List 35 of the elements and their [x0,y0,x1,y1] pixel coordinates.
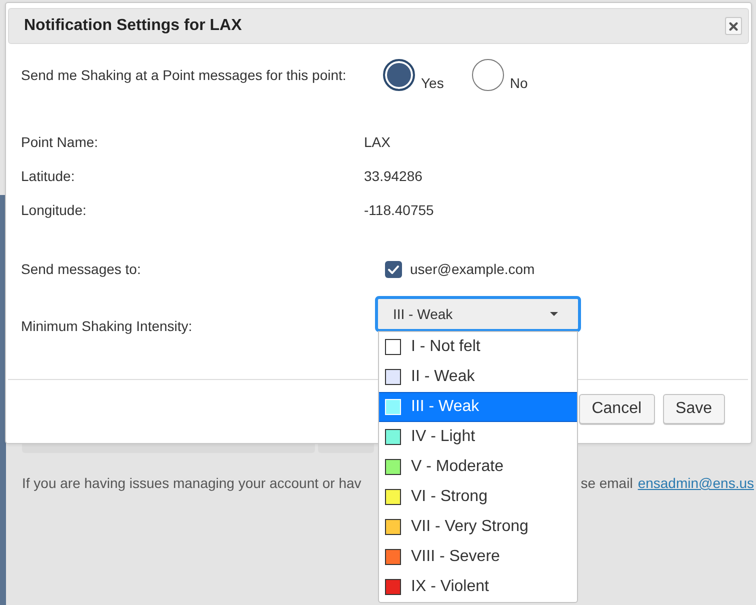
email-label: user@example.com [410,261,535,277]
dropdown-option[interactable]: VI - Strong [379,482,577,512]
email-link[interactable]: ensadmin@ens.us [638,474,754,492]
field-label: Longitude: [21,202,88,218]
dropdown-option[interactable]: VII - Very Strong [379,512,577,542]
dialog-button[interactable]: Cancel [578,394,655,424]
radio-label: No [510,75,528,91]
field-label: Point Name: [21,134,100,150]
field-value: LAX [364,134,392,150]
dropdown-option[interactable]: III - Weak [379,392,577,422]
close-icon [729,22,738,30]
caret-icon [550,312,558,316]
dropdown-option[interactable]: V - Moderate [379,452,577,482]
dropdown-option[interactable]: IV - Light [379,422,577,452]
radio-button[interactable] [472,59,504,91]
dropdown-option[interactable]: VIII - Severe [379,542,577,572]
dropdown-option[interactable]: II - Weak [379,362,577,392]
help-text: If you are having issues managing your account or hav [22,474,362,492]
field-value: 33.94286 [364,168,424,184]
radio-label: Yes [421,75,444,91]
close-button[interactable] [725,17,742,35]
field-label: Latitude: [21,168,76,184]
field-label: Minimum Shaking Intensity: [21,317,194,334]
checkbox[interactable] [385,260,402,278]
dialog-title: Notification Settings for LAX [24,17,242,35]
dialog-button[interactable]: Save [662,394,725,424]
field-value: -118.40755 [364,202,435,218]
panel-background [318,444,374,453]
radio-button[interactable] [383,59,415,91]
field-label: Send me Shaking at a Point messages for this point: [21,67,348,83]
dropdown-option[interactable]: I - Not felt [379,332,577,362]
dropdown-option[interactable]: IX - Violent [379,572,577,602]
help-text: se email [580,474,633,492]
field-label: Send messages to: [21,261,142,277]
intensity-select[interactable]: III - Weak [375,296,581,332]
